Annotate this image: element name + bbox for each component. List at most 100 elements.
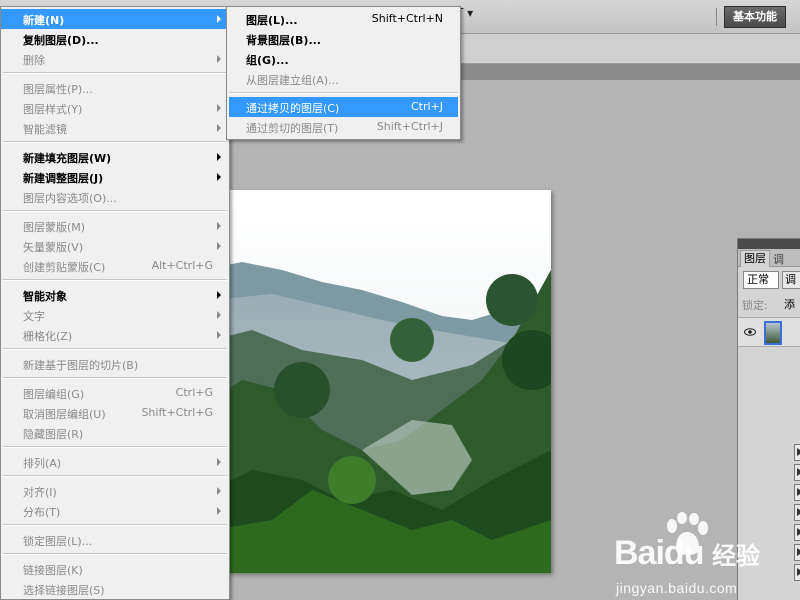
menu-item-label: 栅格化(Z)	[23, 330, 73, 343]
submenu-arrow-icon	[217, 222, 221, 230]
menu-item-lock-layers[interactable]: 锁定图层(L)...	[1, 530, 229, 550]
menu-item-vector-mask[interactable]: 矢量蒙版(V)	[1, 236, 229, 256]
expand-arrow-icon[interactable]	[794, 444, 800, 461]
forest-photo	[212, 190, 551, 573]
menu-item-label: 图层样式(Y)	[23, 103, 83, 116]
menu-separator	[3, 475, 227, 477]
menu-item-layer-properties[interactable]: 图层属性(P)...	[1, 78, 229, 98]
menu-item-label: 创建剪贴蒙版(C)	[23, 261, 106, 274]
menu-item-label: 隐藏图层(R)	[23, 428, 84, 441]
menu-item-new-fill-layer[interactable]: 新建填充图层(W)	[1, 147, 229, 167]
menu-item-hide-layers[interactable]: 隐藏图层(R)	[1, 423, 229, 443]
menu-item-arrange[interactable]: 排列(A)	[1, 452, 229, 472]
menu-item-label: 智能对象	[23, 290, 67, 303]
submenu-arrow-icon	[217, 487, 221, 495]
menu-item-label: 分布(T)	[23, 506, 61, 519]
menu-item-label: 排列(A)	[23, 457, 62, 470]
watermark-brand: Baidu	[614, 534, 705, 573]
menu-item-label: 图层蒙版(M)	[23, 221, 86, 234]
new-submenu: 图层(L)... Shift+Ctrl+N 背景图层(B)... 组(G)... …	[226, 6, 461, 140]
menu-item-label: 通过剪切的图层(T)	[246, 122, 339, 135]
tab-layers[interactable]: 图层	[740, 250, 770, 267]
menu-item-label: 图层属性(P)...	[23, 83, 93, 96]
tab-adjustments[interactable]: 调	[773, 251, 784, 267]
menu-item-label: 删除	[23, 54, 45, 67]
menu-item-duplicate-layer[interactable]: 复制图层(D)...	[1, 29, 229, 49]
layer-row[interactable]	[738, 317, 800, 347]
watermark-url: jingyan.baidu.com	[616, 580, 738, 596]
menu-item-link-layers[interactable]: 链接图层(K)	[1, 559, 229, 579]
menu-item-smart-object[interactable]: 智能对象	[1, 285, 229, 305]
menu-item-label: 矢量蒙版(V)	[23, 241, 84, 254]
panel-tab-strip: 图层 调	[738, 249, 800, 267]
menu-item-label: 组(G)...	[246, 54, 289, 67]
menu-item-layer-content-options[interactable]: 图层内容选项(O)...	[1, 187, 229, 207]
submenu-arrow-icon	[217, 124, 221, 132]
expand-arrow-icon[interactable]	[794, 564, 800, 581]
expand-arrow-icon[interactable]	[794, 524, 800, 541]
submenu-arrow-icon	[217, 173, 221, 181]
watermark-brand-du: du	[663, 534, 705, 572]
eye-icon[interactable]	[744, 326, 756, 338]
menu-item-label: 新建调整图层(J)	[23, 172, 104, 185]
submenu-arrow-icon	[217, 104, 221, 112]
expand-arrow-icon[interactable]	[794, 464, 800, 481]
menu-item-new[interactable]: 新建(N)	[1, 9, 229, 29]
menu-item-smart-filter[interactable]: 智能滤镜	[1, 118, 229, 138]
menu-separator	[3, 524, 227, 526]
menu-item-label: 选择链接图层(S)	[23, 584, 105, 597]
menu-item-label: 文字	[23, 310, 45, 323]
submenu-arrow-icon	[217, 153, 221, 161]
submenu-item-layer-via-copy[interactable]: 通过拷贝的图层(C) Ctrl+J	[229, 97, 458, 117]
menu-item-type[interactable]: 文字	[1, 305, 229, 325]
menu-item-new-layer-based-slice[interactable]: 新建基于图层的切片(B)	[1, 354, 229, 374]
menu-item-shortcut: Ctrl+G	[175, 386, 213, 399]
adjustments-add-label: 添	[784, 298, 795, 311]
submenu-arrow-icon	[217, 291, 221, 299]
menu-item-label: 图层(L)...	[246, 14, 298, 27]
menu-separator	[229, 92, 458, 94]
menu-item-delete[interactable]: 删除	[1, 49, 229, 69]
menu-item-label: 新建(N)	[23, 14, 65, 27]
submenu-item-layer[interactable]: 图层(L)... Shift+Ctrl+N	[227, 9, 460, 29]
menu-separator	[3, 446, 227, 448]
menu-item-align[interactable]: 对齐(I)	[1, 481, 229, 501]
submenu-arrow-icon	[217, 331, 221, 339]
submenu-arrow-icon	[217, 242, 221, 250]
menu-item-label: 取消图层编组(U)	[23, 408, 106, 421]
menu-item-label: 智能滤镜	[23, 123, 67, 136]
menu-item-group-layers[interactable]: 图层编组(G) Ctrl+G	[1, 383, 229, 403]
panel-header[interactable]	[738, 239, 800, 249]
blend-mode-select[interactable]: 正常	[743, 271, 779, 289]
baidu-jingyan-watermark: Baidu 经验 jingyan.baidu.com	[612, 512, 792, 598]
menu-separator	[3, 348, 227, 350]
expand-arrow-icon[interactable]	[794, 544, 800, 561]
submenu-item-group-from-layers[interactable]: 从图层建立组(A)...	[227, 69, 460, 89]
canvas-image[interactable]	[212, 190, 551, 573]
menu-item-select-linked-layers[interactable]: 选择链接图层(S)	[1, 579, 229, 599]
menu-item-layer-style[interactable]: 图层样式(Y)	[1, 98, 229, 118]
menu-item-label: 图层内容选项(O)...	[23, 192, 117, 205]
menu-item-shortcut: Shift+Ctrl+N	[371, 12, 443, 25]
layer-thumbnail[interactable]	[764, 321, 782, 345]
menu-item-rasterize[interactable]: 栅格化(Z)	[1, 325, 229, 345]
menu-item-shortcut: Shift+Ctrl+G	[141, 406, 213, 419]
menu-item-create-clipping-mask[interactable]: 创建剪贴蒙版(C) Alt+Ctrl+G	[1, 256, 229, 276]
submenu-arrow-icon	[217, 311, 221, 319]
expand-arrow-icon[interactable]	[794, 504, 800, 521]
submenu-item-background-layer[interactable]: 背景图层(B)...	[227, 29, 460, 49]
watermark-jingyan: 经验	[712, 542, 760, 570]
submenu-item-group[interactable]: 组(G)...	[227, 49, 460, 69]
workspace-switcher-button[interactable]: 基本功能	[724, 6, 786, 28]
expand-arrow-icon[interactable]	[794, 484, 800, 501]
menu-separator	[3, 141, 227, 143]
menu-item-layer-mask[interactable]: 图层蒙版(M)	[1, 216, 229, 236]
menu-item-new-adjustment-layer[interactable]: 新建调整图层(J)	[1, 167, 229, 187]
submenu-item-layer-via-cut[interactable]: 通过剪切的图层(T) Shift+Ctrl+J	[227, 117, 460, 137]
submenu-arrow-icon	[217, 507, 221, 515]
menu-item-distribute[interactable]: 分布(T)	[1, 501, 229, 521]
menu-item-ungroup-layers[interactable]: 取消图层编组(U) Shift+Ctrl+G	[1, 403, 229, 423]
menu-item-label: 通过拷贝的图层(C)	[246, 102, 340, 115]
menu-separator	[3, 210, 227, 212]
menu-item-label: 背景图层(B)...	[246, 34, 321, 47]
